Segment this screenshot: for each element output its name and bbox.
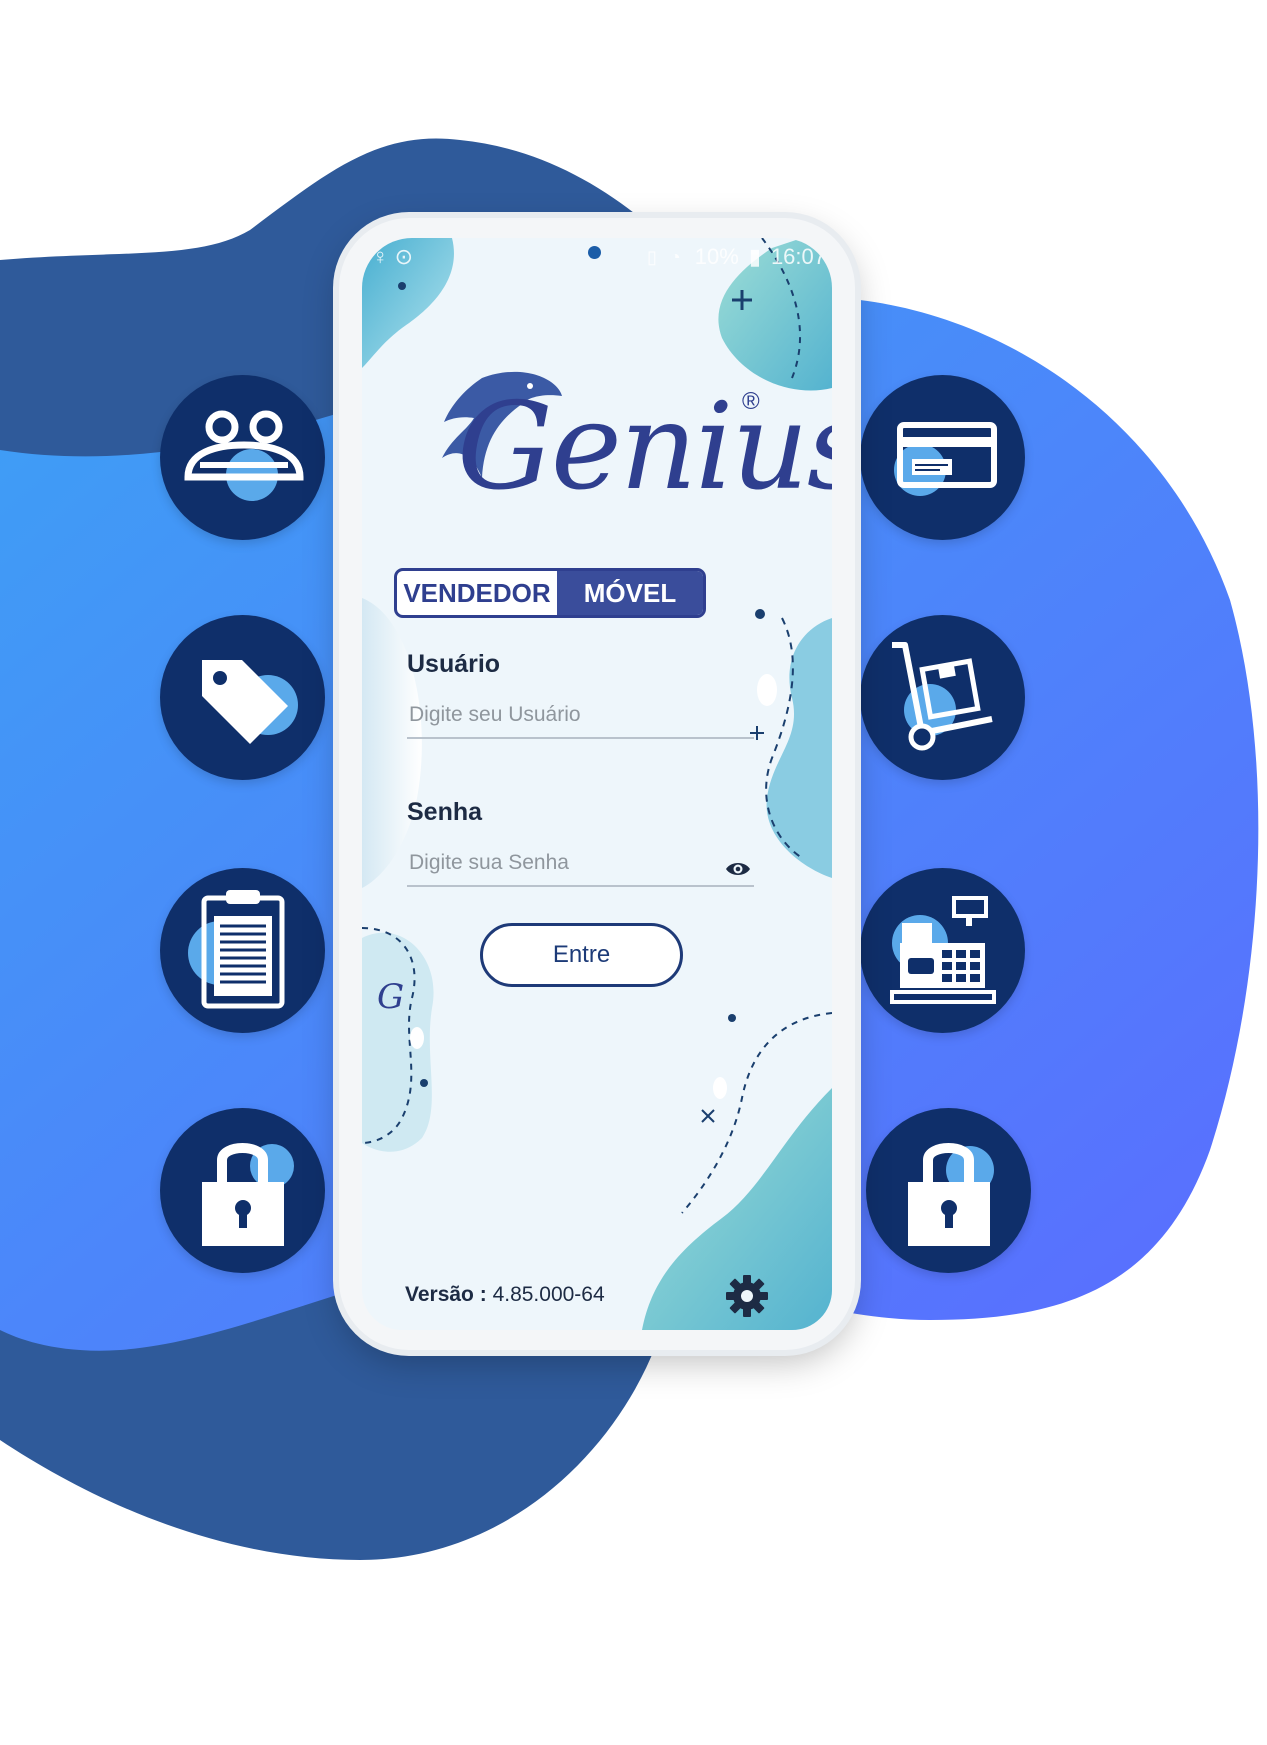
clock: 16:07 (770, 244, 826, 269)
cash-register-feature-icon (860, 868, 1025, 1033)
front-camera (588, 246, 601, 259)
tag-feature-icon (160, 615, 325, 780)
login-screen: G ♀ ⊙ ▯ ◔ 10% ▮ 16:07 Genius ® VENDEDOR … (362, 238, 832, 1330)
lock-feature-icon-left (160, 1108, 325, 1273)
show-password-eye-icon[interactable] (725, 859, 751, 879)
logo-badge: VENDEDOR MÓVEL (394, 568, 706, 618)
password-label: Senha (407, 798, 483, 826)
credit-card-feature-icon (860, 375, 1025, 540)
password-input[interactable] (407, 841, 754, 887)
battery-text: 10% (694, 244, 739, 269)
battery-icon: ▮ (748, 244, 761, 269)
registered-mark: ® (742, 388, 760, 415)
users-feature-icon (160, 375, 325, 540)
login-button[interactable]: Entre (480, 923, 683, 987)
hand-truck-feature-icon (860, 615, 1025, 780)
clipboard-feature-icon (160, 868, 325, 1033)
status-bar-left: ♀ ⊙ (372, 244, 413, 270)
version-label: Versão : (405, 1283, 487, 1306)
settings-gear-icon[interactable] (724, 1273, 770, 1319)
lock-feature-icon-right (866, 1108, 1031, 1273)
version-text: Versão : 4.85.000-64 (405, 1283, 605, 1307)
status-bar-right: ▯ ◔ 10% ▮ 16:07 (647, 244, 826, 270)
logo-wordmark: Genius (457, 378, 832, 517)
version-value: 4.85.000-64 (492, 1283, 605, 1306)
svg-text:G: G (377, 977, 404, 1017)
badge-vendedor: VENDEDOR (403, 577, 551, 608)
notification-icon: ♀ ⊙ (372, 244, 414, 269)
badge-movel: MÓVEL (557, 571, 703, 615)
phone-frame: G ♀ ⊙ ▯ ◔ 10% ▮ 16:07 Genius ® VENDEDOR … (339, 218, 855, 1350)
user-input[interactable] (407, 693, 754, 739)
user-label: Usuário (407, 650, 501, 678)
signal-wifi-icon: ▯ ◔ (647, 246, 685, 267)
